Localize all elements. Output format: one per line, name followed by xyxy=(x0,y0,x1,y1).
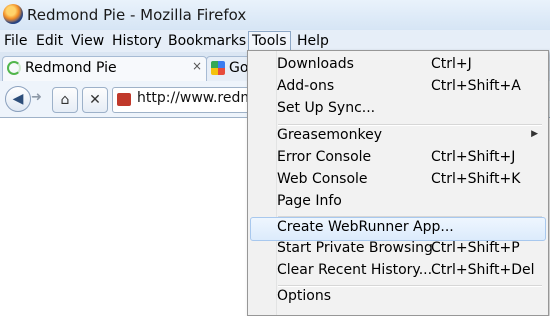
home-button[interactable]: ⌂ xyxy=(52,87,78,113)
menu-view[interactable]: View xyxy=(71,32,104,51)
menu-item-label: Web Console xyxy=(277,171,368,187)
menu-item-label: Options xyxy=(277,288,332,304)
menu-item-clear-recent-history[interactable]: Clear Recent History... Ctrl+Shift+Del xyxy=(250,261,546,283)
menu-item-start-private-browsing[interactable]: Start Private Browsing Ctrl+Shift+P xyxy=(250,239,546,261)
menu-item-label: Downloads xyxy=(277,56,354,72)
menu-item-shortcut: Ctrl+Shift+J xyxy=(431,149,516,165)
menu-item-label: Page Info xyxy=(277,193,342,209)
menu-item-options[interactable]: Options xyxy=(250,287,546,309)
menu-item-label: Greasemonkey xyxy=(277,127,382,143)
google-icon xyxy=(211,61,225,75)
menu-help[interactable]: Help xyxy=(297,32,329,51)
menu-item-label: Clear Recent History... xyxy=(277,262,433,278)
menu-item-page-info[interactable]: Page Info xyxy=(250,192,546,214)
menu-item-label: Create WebRunner App... xyxy=(277,219,454,235)
menu-bookmarks[interactable]: Bookmarks xyxy=(168,32,246,51)
menu-item-greasemonkey[interactable]: Greasemonkey ▶ xyxy=(250,126,546,148)
home-icon: ⌂ xyxy=(60,92,70,108)
tools-menu-dropdown: Downloads Ctrl+J Add-ons Ctrl+Shift+A Se… xyxy=(247,50,549,316)
window-title: Redmond Pie - Mozilla Firefox xyxy=(27,6,247,24)
url-text: http://www.redm xyxy=(137,90,254,106)
tab-redmond-pie[interactable]: Redmond Pie × xyxy=(2,56,207,82)
menu-item-web-console[interactable]: Web Console Ctrl+Shift+K xyxy=(250,170,546,192)
menu-item-shortcut: Ctrl+Shift+Del xyxy=(431,262,535,278)
submenu-arrow-icon: ▶ xyxy=(531,129,538,139)
menu-item-shortcut: Ctrl+Shift+A xyxy=(431,78,521,94)
menu-item-label: Error Console xyxy=(277,149,372,165)
back-arrow-icon[interactable]: ◀ xyxy=(5,86,31,112)
menu-item-create-webrunner-app[interactable]: Create WebRunner App... xyxy=(250,217,546,241)
firefox-logo-icon xyxy=(3,4,23,24)
menu-item-set-up-sync[interactable]: Set Up Sync... xyxy=(250,99,546,121)
menu-item-label: Start Private Browsing xyxy=(277,240,433,256)
tab-google[interactable]: Goo xyxy=(206,56,257,82)
menu-history[interactable]: History xyxy=(112,32,162,51)
menu-item-label: Set Up Sync... xyxy=(277,100,376,116)
menu-edit[interactable]: Edit xyxy=(36,32,63,51)
menu-item-label: Add-ons xyxy=(277,78,335,94)
stop-button[interactable]: ✕ xyxy=(82,87,108,113)
menu-item-shortcut: Ctrl+J xyxy=(431,56,472,72)
stop-icon: ✕ xyxy=(89,92,101,108)
back-forward-buttons: ◀ ➜ xyxy=(5,86,45,112)
menu-item-add-ons[interactable]: Add-ons Ctrl+Shift+A xyxy=(250,77,546,99)
menu-item-shortcut: Ctrl+Shift+K xyxy=(431,171,521,187)
menu-file[interactable]: File xyxy=(4,32,27,51)
menu-item-shortcut: Ctrl+Shift+P xyxy=(431,240,520,256)
menu-bar: File Edit View History Bookmarks Tools H… xyxy=(0,30,550,53)
tab-label: Redmond Pie xyxy=(25,60,117,76)
site-favicon-icon xyxy=(117,93,131,106)
menu-item-error-console[interactable]: Error Console Ctrl+Shift+J xyxy=(250,148,546,170)
title-bar: Redmond Pie - Mozilla Firefox xyxy=(0,0,550,31)
menu-item-downloads[interactable]: Downloads Ctrl+J xyxy=(250,55,546,77)
forward-arrow-icon[interactable]: ➜ xyxy=(31,90,42,105)
close-icon[interactable]: × xyxy=(192,59,202,73)
loading-spinner-icon xyxy=(7,61,21,75)
